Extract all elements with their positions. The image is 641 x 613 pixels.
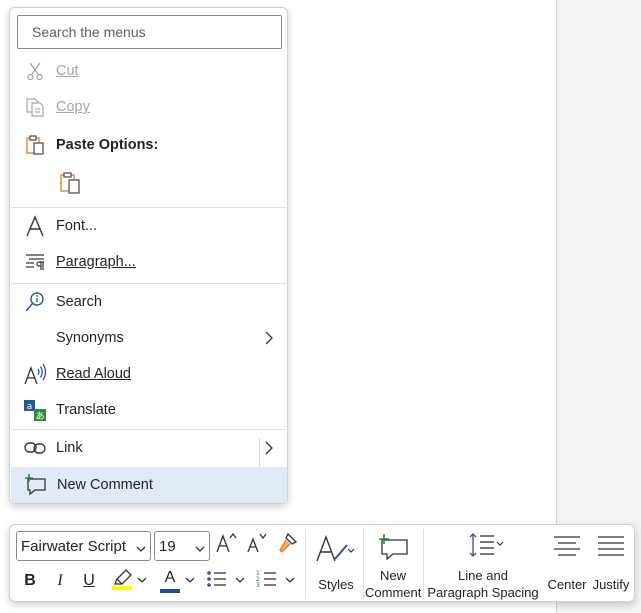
menu-item-cut[interactable]: Cut xyxy=(10,53,287,89)
paste-keep-text-only-button[interactable] xyxy=(57,170,85,198)
menu-item-label: Read Aloud xyxy=(56,366,131,382)
menu-item-paste-options: Paste Options: xyxy=(10,127,287,163)
line-spacing-label-2: Paragraph Spacing xyxy=(427,585,539,600)
font-name-select[interactable]: Fairwater Script xyxy=(16,531,151,561)
menu-item-search[interactable]: Search xyxy=(10,284,287,320)
menu-item-label: Font... xyxy=(56,218,98,234)
highlight-color-dropdown[interactable] xyxy=(136,573,148,589)
scissors-icon xyxy=(23,59,47,83)
menu-item-label: Paragraph... xyxy=(56,254,136,270)
underline-glyph: U xyxy=(83,572,95,589)
underline-button[interactable]: U xyxy=(77,567,101,595)
grow-font-icon xyxy=(215,531,239,560)
search-globe-icon xyxy=(23,290,47,314)
menu-item-paragraph[interactable]: Paragraph... xyxy=(10,244,287,280)
menu-item-label: Translate xyxy=(56,402,116,418)
numbering-dropdown[interactable] xyxy=(284,573,296,589)
read-aloud-icon xyxy=(23,362,47,386)
chevron-right-icon[interactable] xyxy=(261,440,277,456)
menu-item-label: Copy xyxy=(56,99,90,115)
font-color-dropdown[interactable] xyxy=(184,573,196,589)
menu-search-input[interactable]: Search the menus xyxy=(17,15,282,49)
new-comment-icon xyxy=(24,473,48,497)
bullets-dropdown[interactable] xyxy=(234,573,246,589)
new-comment-button[interactable]: New Comment xyxy=(365,529,422,600)
toolbar-divider xyxy=(305,529,306,599)
svg-text:a: a xyxy=(27,402,33,412)
line-paragraph-spacing-button[interactable]: Line and Paragraph Spacing xyxy=(425,529,541,600)
menu-item-copy[interactable]: Copy xyxy=(10,89,287,125)
highlighter-icon xyxy=(110,567,134,596)
menu-item-label: Search xyxy=(56,294,102,310)
menu-item-label: Cut xyxy=(56,63,79,79)
bold-button[interactable]: B xyxy=(18,567,42,595)
font-size-value: 19 xyxy=(159,537,176,555)
copy-icon xyxy=(23,95,47,119)
format-painter-button[interactable] xyxy=(274,531,300,559)
document-margin-area xyxy=(557,0,641,613)
font-letter-icon xyxy=(23,214,47,238)
menu-item-label: Synonyms xyxy=(56,330,124,346)
translate-icon: a あ xyxy=(23,398,47,422)
line-spacing-icon xyxy=(467,531,507,566)
toolbar-divider xyxy=(423,529,424,599)
justify-label: Justify xyxy=(592,577,630,592)
clipboard-paste-icon xyxy=(57,172,83,200)
menu-item-font[interactable]: Font... xyxy=(10,208,287,244)
center-align-button[interactable]: Center xyxy=(545,529,589,599)
chevron-down-icon xyxy=(235,572,245,590)
font-color-glyph: A xyxy=(164,568,176,586)
toolbar-divider xyxy=(363,529,364,599)
paragraph-icon xyxy=(23,250,47,274)
menu-item-read-aloud[interactable]: Read Aloud xyxy=(10,356,287,392)
align-center-icon xyxy=(551,533,583,566)
link-icon xyxy=(23,436,47,460)
align-justify-icon xyxy=(595,533,627,566)
context-menu: Search the menus Cut Copy Paste Options: xyxy=(9,7,288,504)
format-painter-icon xyxy=(275,531,299,560)
menu-item-new-comment[interactable]: New Comment xyxy=(11,467,287,503)
menu-item-label: Paste Options: xyxy=(56,137,159,153)
bold-glyph: B xyxy=(24,572,36,589)
styles-icon xyxy=(314,533,356,570)
chevron-down-icon xyxy=(195,541,205,552)
chevron-down-icon xyxy=(137,572,147,590)
clipboard-icon xyxy=(23,133,47,157)
numbered-list-icon: 123 xyxy=(255,567,279,596)
menu-search-placeholder: Search the menus xyxy=(32,24,146,40)
font-color-button[interactable]: A xyxy=(156,567,184,595)
justify-align-button[interactable]: Justify xyxy=(590,529,632,599)
svg-text:3: 3 xyxy=(256,582,260,589)
shrink-font-icon xyxy=(245,531,269,560)
styles-button[interactable]: Styles xyxy=(310,529,362,599)
italic-glyph: I xyxy=(57,572,63,589)
menu-item-synonyms[interactable]: Synonyms xyxy=(10,320,287,356)
grow-font-button[interactable] xyxy=(214,531,240,559)
shrink-font-button[interactable] xyxy=(244,531,270,559)
menu-item-label: New Comment xyxy=(57,477,153,493)
numbering-button[interactable]: 123 xyxy=(254,567,280,595)
font-size-select[interactable]: 19 xyxy=(154,531,210,561)
center-label: Center xyxy=(547,577,587,592)
styles-label: Styles xyxy=(318,577,354,592)
highlight-color-button[interactable] xyxy=(108,567,136,595)
menu-item-label: Link xyxy=(56,440,83,456)
new-comment-label-2: Comment xyxy=(365,585,422,600)
menu-item-translate[interactable]: a あ Translate xyxy=(10,392,287,428)
font-color-bar xyxy=(160,588,180,593)
new-comment-label-1: New xyxy=(379,568,406,583)
menu-item-link[interactable]: Link xyxy=(10,430,287,466)
chevron-right-icon xyxy=(261,330,277,346)
font-name-value: Fairwater Script xyxy=(21,537,127,555)
chevron-down-icon xyxy=(136,541,146,552)
line-spacing-label-1: Line and xyxy=(458,568,508,583)
chevron-down-icon xyxy=(185,572,195,590)
mini-toolbar: Fairwater Script 19 B I U A 1 2 3 Styles… xyxy=(9,524,635,602)
new-comment-icon xyxy=(377,533,409,566)
bullets-button[interactable] xyxy=(204,567,230,595)
italic-button[interactable]: I xyxy=(48,567,72,595)
svg-text:あ: あ xyxy=(35,411,44,422)
chevron-down-icon xyxy=(285,572,295,590)
bullet-list-icon xyxy=(205,567,229,596)
